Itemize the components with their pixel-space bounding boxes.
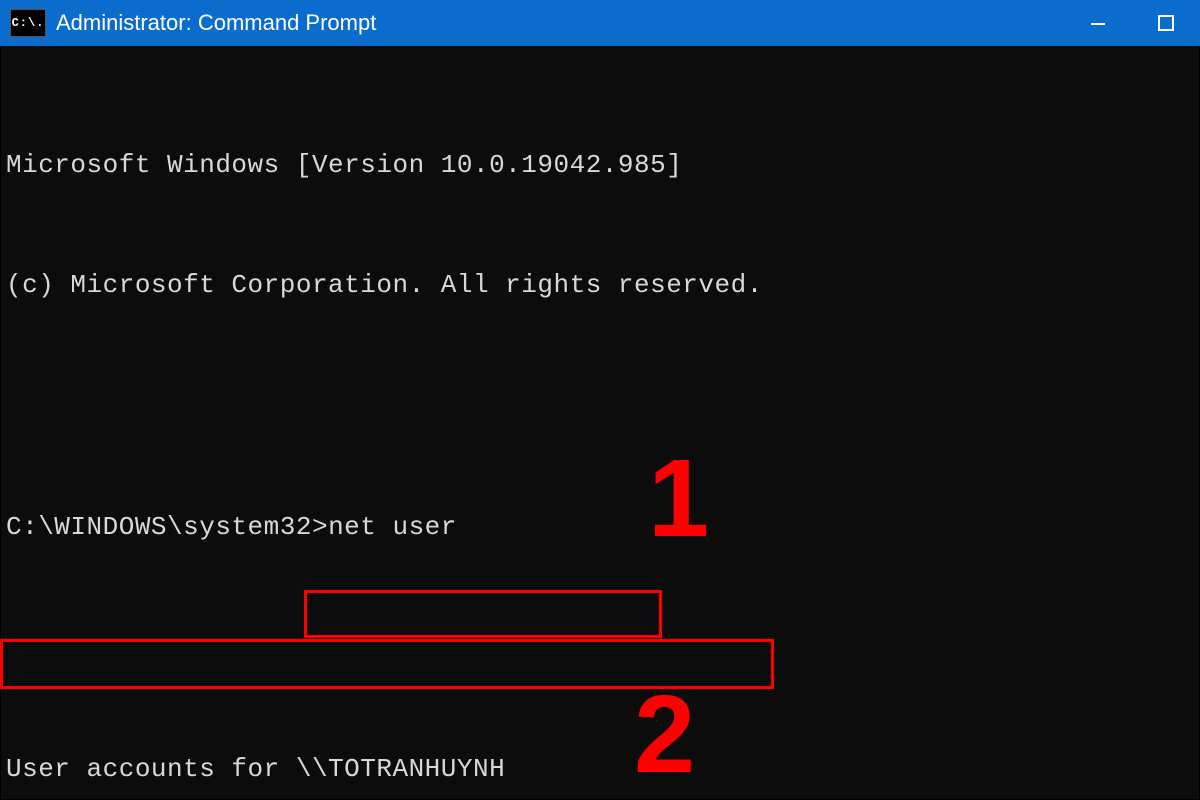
- maximize-button[interactable]: [1132, 0, 1200, 46]
- minimize-button[interactable]: [1064, 0, 1132, 46]
- blank-line: [6, 628, 1190, 668]
- prompt-cmd-1: net user: [328, 512, 457, 542]
- prompt-line-1: C:\WINDOWS\system32>net user: [6, 507, 1190, 547]
- minimize-icon: [1089, 14, 1107, 32]
- cmd-app-icon: C:\.: [10, 9, 46, 37]
- window-title: Administrator: Command Prompt: [56, 10, 376, 36]
- line-version: Microsoft Windows [Version 10.0.19042.98…: [6, 145, 1190, 185]
- line-copyright: (c) Microsoft Corporation. All rights re…: [6, 265, 1190, 305]
- titlebar[interactable]: C:\. Administrator: Command Prompt: [0, 0, 1200, 46]
- canvas: C:\. Administrator: Command Prompt Micro…: [0, 0, 1200, 800]
- cmd-app-icon-text: C:\.: [12, 17, 45, 29]
- prompt-path-1: C:\WINDOWS\system32>: [6, 512, 328, 542]
- cmd-window: C:\. Administrator: Command Prompt Micro…: [0, 0, 1200, 800]
- window-controls: [1064, 0, 1200, 46]
- terminal-body[interactable]: Microsoft Windows [Version 10.0.19042.98…: [0, 46, 1200, 800]
- blank-line: [6, 386, 1190, 426]
- accounts-header: User accounts for \\TOTRANHUYNH: [6, 749, 1190, 789]
- maximize-icon: [1157, 14, 1175, 32]
